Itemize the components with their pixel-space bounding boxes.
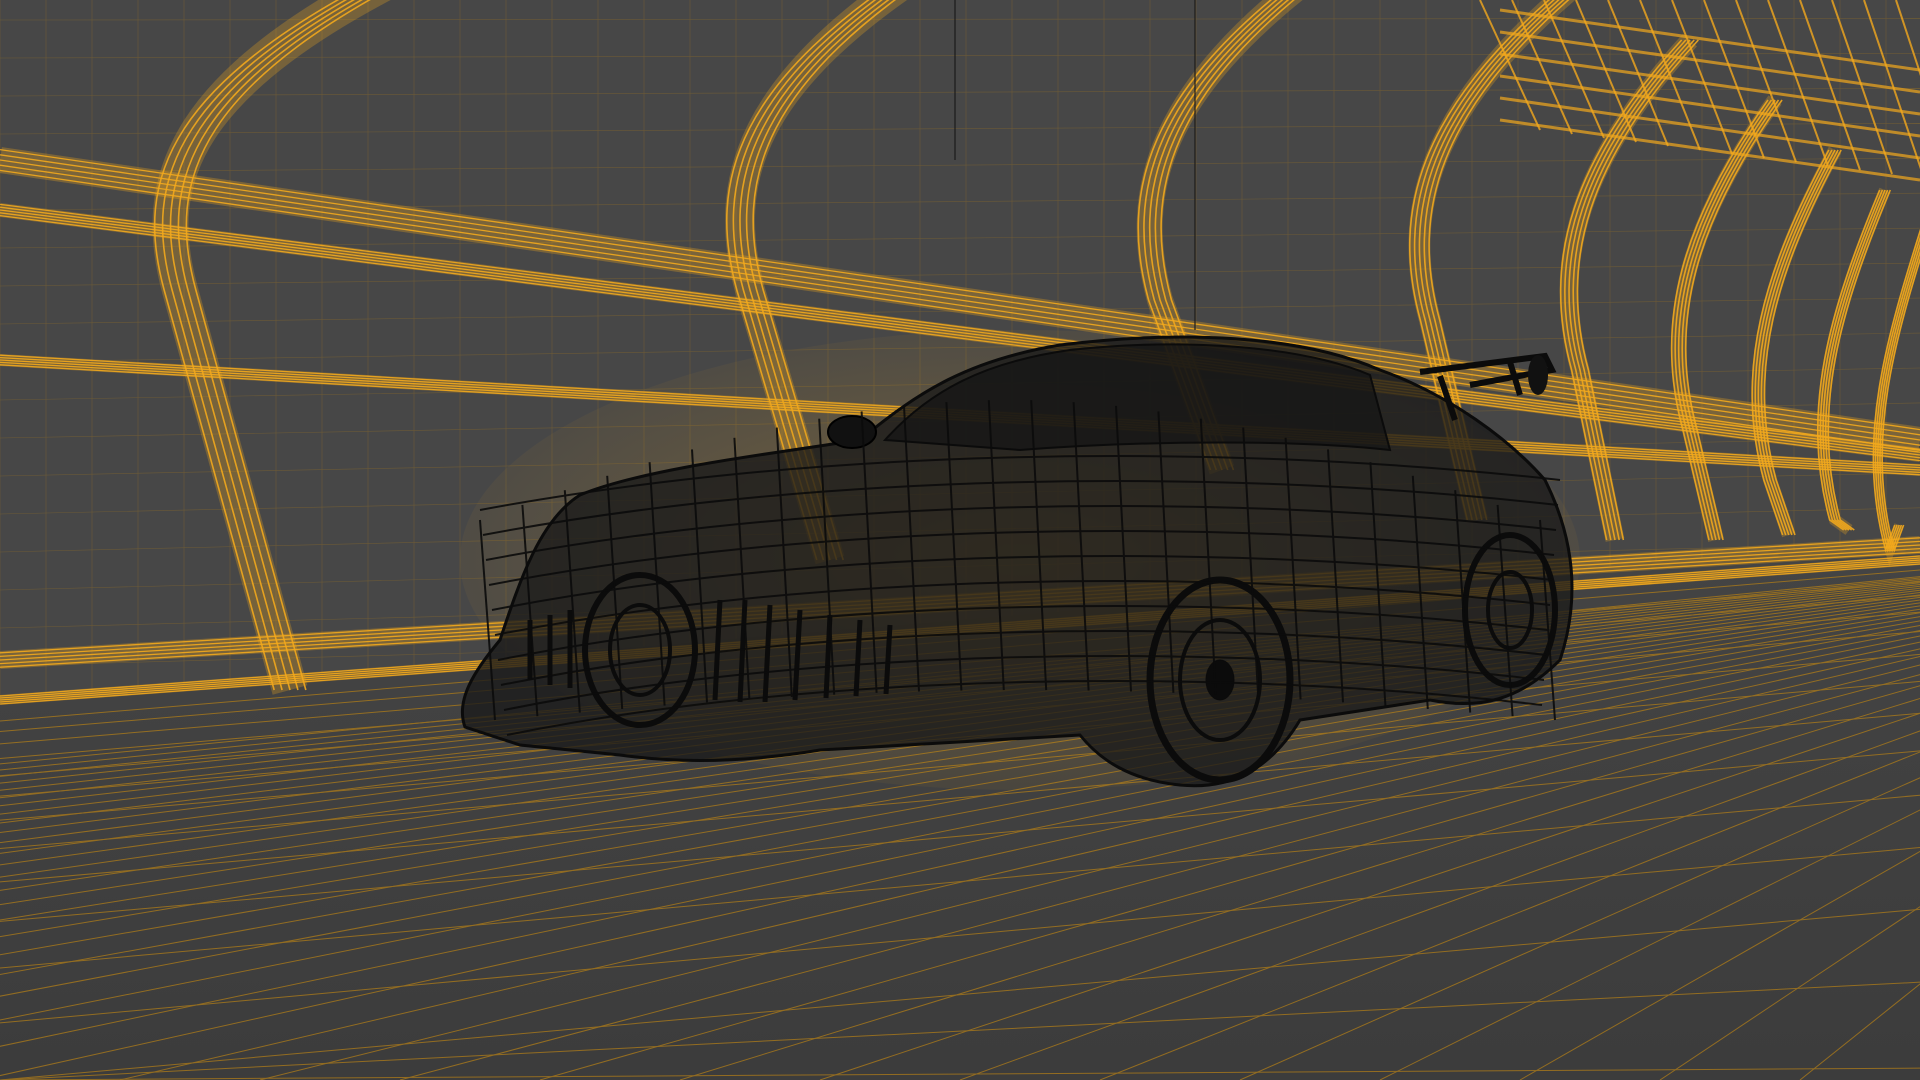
car-side-mirror [827,415,877,449]
wireframe-render [0,0,1920,1080]
car-wireframe [460,330,1580,790]
car-wing-endplate [1528,355,1548,395]
